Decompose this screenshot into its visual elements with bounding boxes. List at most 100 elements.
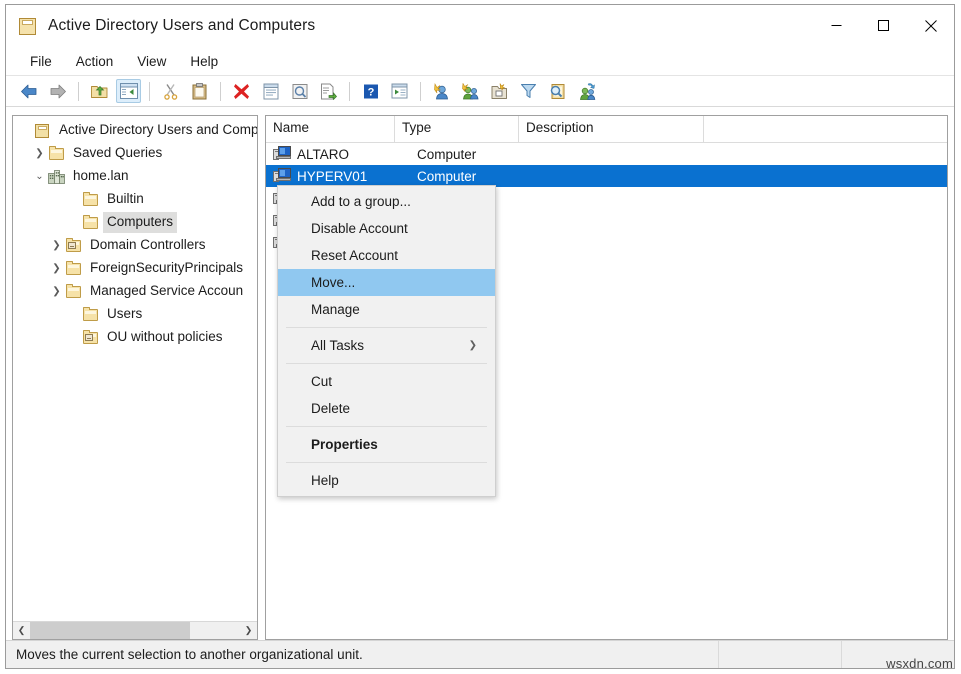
show-run-icon[interactable] (387, 79, 412, 103)
chevron-right-icon[interactable]: ❯ (48, 237, 65, 254)
cell-type: Computer (415, 147, 539, 162)
menu-view[interactable]: View (128, 51, 175, 72)
new-organizational-unit-icon[interactable] (487, 79, 512, 103)
console-tree[interactable]: › Active Directory Users and Comp ❯ Save… (13, 116, 257, 621)
column-header-name[interactable]: Name (266, 116, 395, 142)
show-hide-console-tree-icon[interactable] (116, 79, 141, 103)
minimize-button[interactable] (813, 5, 860, 46)
status-bar-panel-2 (719, 641, 841, 668)
table-row[interactable]: ALTARO Computer (266, 143, 947, 165)
folder-icon (82, 307, 100, 323)
new-group-icon[interactable] (458, 79, 483, 103)
organizational-unit-icon (65, 238, 83, 254)
toolbar-separator (149, 82, 150, 101)
tree-item-saved-queries[interactable]: ❯ Saved Queries (13, 142, 257, 165)
context-menu-separator (286, 426, 487, 427)
maximize-button[interactable] (860, 5, 907, 46)
chevron-right-icon[interactable]: ❯ (48, 283, 65, 300)
cut-icon[interactable] (158, 79, 183, 103)
cell-name: ALTARO (295, 147, 415, 162)
toolbar-separator (220, 82, 221, 101)
context-menu-item-manage[interactable]: Manage (278, 296, 495, 323)
organizational-unit-icon (82, 330, 100, 346)
context-menu-item-cut[interactable]: Cut (278, 368, 495, 395)
tree-item-ou-without-policies[interactable]: ❯ OU without policies (13, 326, 257, 349)
close-button[interactable] (907, 5, 954, 46)
delete-icon[interactable] (229, 79, 254, 103)
tree-horizontal-scrollbar[interactable]: ❮ ❯ (13, 621, 257, 639)
help-icon[interactable]: ? (358, 79, 383, 103)
cell-type: Computer (415, 169, 539, 184)
properties-icon[interactable] (258, 79, 283, 103)
paste-icon[interactable] (187, 79, 212, 103)
context-menu-item-help[interactable]: Help (278, 467, 495, 494)
tree-item-home-lan[interactable]: ⌄ (13, 165, 257, 188)
filter-icon[interactable] (516, 79, 541, 103)
context-menu-item-all-tasks[interactable]: All Tasks ❯ (278, 332, 495, 359)
folder-icon (48, 146, 66, 162)
chevron-right-icon[interactable]: ❯ (240, 622, 257, 639)
tree-item-builtin[interactable]: ❯ Builtin (13, 188, 257, 211)
scrollbar-thumb[interactable] (30, 622, 190, 639)
toolbar: ? (6, 76, 954, 107)
chevron-down-icon[interactable]: ⌄ (31, 168, 48, 185)
context-menu-item-delete[interactable]: Delete (278, 395, 495, 422)
column-header-filler (704, 116, 947, 142)
folder-icon (82, 215, 100, 231)
tree-item-active-directory-users-and-computers[interactable]: › Active Directory Users and Comp (13, 119, 257, 142)
new-user-icon[interactable] (429, 79, 454, 103)
context-menu-separator (286, 327, 487, 328)
cell-name: HYPERV01 (295, 169, 415, 184)
tree-item-managed-service-accounts[interactable]: ❯ Managed Service Accoun (13, 280, 257, 303)
up-one-level-icon[interactable] (87, 79, 112, 103)
tree-item-users[interactable]: ❯ Users (13, 303, 257, 326)
tree-item-computers[interactable]: ❯ Computers (13, 211, 257, 234)
console-icon (19, 18, 36, 35)
tree-item-domain-controllers[interactable]: ❯ Domain Controllers (13, 234, 257, 257)
context-menu-item-label: All Tasks (311, 338, 364, 353)
context-menu-item-reset-account[interactable]: Reset Account (278, 242, 495, 269)
context-menu-item-label: Delete (311, 401, 350, 416)
scrollbar-track[interactable] (30, 622, 240, 639)
table-row[interactable]: HYPERV01 Computer (266, 165, 947, 187)
context-menu-item-add-to-a-group[interactable]: Add to a group... (278, 188, 495, 215)
menu-help[interactable]: Help (181, 51, 227, 72)
title-bar: Active Directory Users and Computers (6, 5, 954, 47)
context-menu-separator (286, 363, 487, 364)
find-icon[interactable] (545, 79, 570, 103)
window-controls (813, 5, 954, 46)
context-menu-item-properties[interactable]: Properties (278, 431, 495, 458)
watermark: wsxdn.com (886, 656, 953, 671)
add-members-icon[interactable] (574, 79, 599, 103)
context-menu-item-move[interactable]: Move... (278, 269, 495, 296)
chevron-left-icon[interactable]: ❮ (13, 622, 30, 639)
context-menu[interactable]: Add to a group... Disable Account Reset … (277, 185, 496, 497)
chevron-right-icon: ❯ (469, 340, 477, 351)
toolbar-separator (349, 82, 350, 101)
context-menu-item-disable-account[interactable]: Disable Account (278, 215, 495, 242)
context-menu-item-label: Add to a group... (311, 194, 411, 209)
menu-file[interactable]: File (21, 51, 61, 72)
refresh-icon[interactable] (287, 79, 312, 103)
svg-text:?: ? (367, 86, 374, 98)
column-header-description[interactable]: Description (519, 116, 704, 142)
chevron-right-icon[interactable]: ❯ (31, 145, 48, 162)
list-column-headers: Name Type Description (266, 116, 947, 143)
context-menu-item-label: Manage (311, 302, 360, 317)
folder-icon (65, 261, 83, 277)
context-menu-item-label: Move... (311, 275, 355, 290)
back-icon[interactable] (16, 79, 41, 103)
export-list-icon[interactable] (316, 79, 341, 103)
console-icon (34, 123, 52, 139)
context-menu-item-label: Help (311, 473, 339, 488)
context-menu-item-label: Properties (311, 437, 378, 452)
tree-item-foreignsecurityprincipals[interactable]: ❯ ForeignSecurityPrincipals (13, 257, 257, 280)
column-header-type[interactable]: Type (395, 116, 519, 142)
console-tree-pane: › Active Directory Users and Comp ❯ Save… (12, 115, 258, 640)
folder-icon (65, 284, 83, 300)
context-menu-item-label: Reset Account (311, 248, 398, 263)
menu-action[interactable]: Action (67, 51, 123, 72)
forward-icon[interactable] (45, 79, 70, 103)
chevron-right-icon[interactable]: ❯ (48, 260, 65, 277)
application-window-root: Active Directory Users and Computers Fil… (0, 0, 961, 674)
